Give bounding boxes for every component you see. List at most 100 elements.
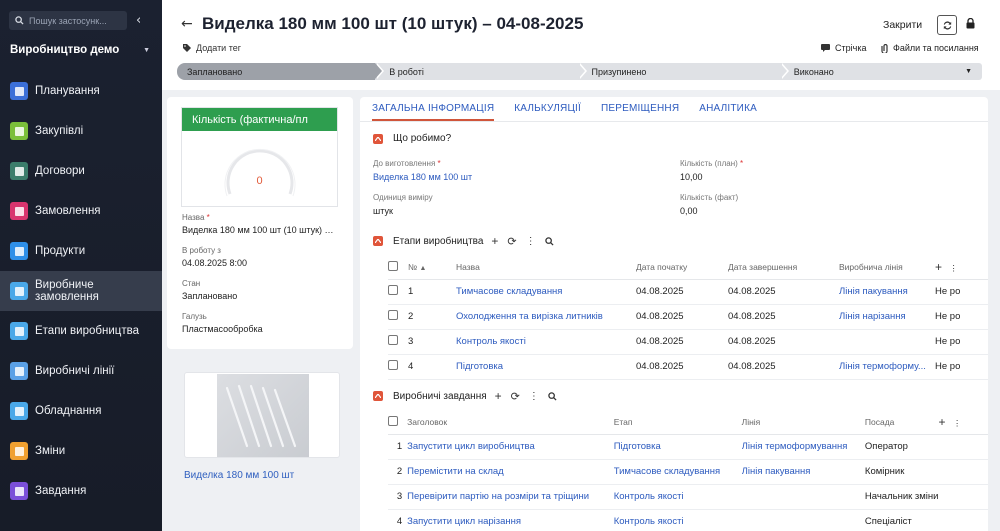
table-row[interactable]: 1 Запустити цикл виробництва Підготовка Лін… [388,434,988,460]
column-header[interactable]: Етап [613,410,742,435]
product-image[interactable] [184,372,340,458]
table-cell[interactable]: Підготовка [456,361,503,372]
sidebar-item[interactable]: Зміни [0,431,162,471]
refresh-icon[interactable]: ⟳ [507,235,516,248]
table-cell[interactable]: Перевірити партію на розміри та тріщини [407,491,589,502]
close-button[interactable]: Закрити [883,19,922,31]
collapse-icon[interactable] [373,133,383,144]
table-row[interactable]: 2 Охолодження та вирізка литників 04.08.20… [388,304,988,330]
sidebar-item[interactable]: Обладнання [0,391,162,431]
table-row[interactable]: 3 Контроль якості 04.08.2025 04.08.2025 Не р… [388,329,988,355]
sidebar-item[interactable]: Завдання [0,471,162,511]
table-cell[interactable]: Перемістити на склад [407,466,504,477]
sidebar-item[interactable]: Замовлення [0,191,162,231]
more-icon[interactable]: ⋮ [949,263,958,273]
section-tasks[interactable]: Виробничі завдання + ⟳ ⋮ [373,389,557,403]
table-cell[interactable]: Лінія пакування [742,466,811,477]
field-value[interactable]: 0,00 [680,206,738,216]
column-header[interactable]: № [408,262,417,272]
tab-analytics[interactable]: АНАЛІТИКА [699,103,757,121]
image-caption[interactable]: Виделка 180 мм 100 шт [184,470,294,481]
sidebar-item[interactable]: Виробниче замовлення [0,271,162,311]
sidebar-item-label: Договори [35,165,85,177]
table-cell[interactable]: Лінія нарізання [839,311,906,322]
table-row[interactable]: 4 Запустити цикл нарізання Контроль якості… [388,509,988,531]
org-selector[interactable]: Виробництво демо ▼ [10,44,150,56]
more-icon[interactable]: ⋮ [526,236,536,247]
search-input[interactable]: Пошук застосунк... [9,11,127,30]
stage-paused[interactable]: Призупинено [577,63,789,80]
column-header[interactable]: Дата початку [636,255,728,280]
search-icon[interactable] [548,391,557,401]
stage-planned[interactable]: Заплановано [177,63,385,80]
search-icon[interactable] [544,236,554,246]
select-all-checkbox[interactable] [388,260,398,271]
refresh-icon[interactable]: ⟳ [511,390,520,403]
row-checkbox[interactable] [388,310,398,320]
table-cell[interactable]: Лінія термоформу... [839,361,926,372]
sidebar-item[interactable]: Етапи виробництва [0,311,162,351]
table-cell[interactable]: Лінія термоформування [742,441,848,452]
add-icon[interactable]: + [495,389,502,403]
sidebar-item[interactable]: Планування [0,71,162,111]
sidebar-item[interactable]: Продукти [0,231,162,271]
add-column-icon[interactable]: + [935,260,942,274]
table-row[interactable]: 3 Перевірити партію на розміри та тріщини… [388,484,988,510]
field-value[interactable]: 10,00 [680,172,743,182]
table-cell[interactable]: Лінія пакування [839,286,908,297]
field-value[interactable]: Виделка 180 мм 100 шт (10 штук) – 04-08-… [182,225,337,235]
add-column-icon[interactable]: + [938,415,945,429]
column-header[interactable]: Заголовок [407,410,614,435]
select-all-checkbox[interactable] [388,415,398,426]
field-value-link[interactable]: Виделка 180 мм 100 шт [373,172,472,182]
field-value[interactable]: Заплановано [182,291,337,301]
collapse-icon[interactable] [373,236,383,246]
sort-asc-icon[interactable]: ▲ [420,265,427,272]
field-value[interactable]: Пластмасообробка [182,324,337,334]
more-icon[interactable]: ⋮ [953,418,962,428]
table-cell[interactable]: Контроль якості [614,491,684,502]
table-cell[interactable]: Охолодження та вирізка литників [456,311,603,322]
field-value[interactable]: 04.08.2025 8:00 [182,258,337,268]
table-cell[interactable]: Тимчасове складування [456,286,562,297]
section-stages[interactable]: Етапи виробництва + ⟳ ⋮ [373,234,554,248]
row-checkbox[interactable] [388,285,398,295]
table-cell[interactable]: Підготовка [614,441,661,452]
column-header[interactable]: Лінія [741,410,865,435]
table-row[interactable]: 1 Тимчасове складування 04.08.2025 04.08.20… [388,279,988,305]
section-what[interactable]: Що робимо? [373,133,451,144]
sidebar-item[interactable]: Договори [0,151,162,191]
table-cell[interactable]: Запустити цикл нарізання [407,516,521,527]
more-icon[interactable]: ⋮ [529,391,539,402]
collapse-sidebar-icon[interactable]: ‹ [136,13,141,28]
stage-in-progress[interactable]: В роботі [375,63,587,80]
tab-movements[interactable]: ПЕРЕМІЩЕННЯ [601,103,679,121]
back-arrow-icon[interactable]: ← [181,16,193,32]
tab-calculations[interactable]: КАЛЬКУЛЯЦІЇ [514,103,581,121]
lock-icon[interactable] [966,17,975,32]
table-row[interactable]: 4 Підготовка 04.08.2025 04.08.2025 Лінія тер… [388,354,988,380]
column-header[interactable]: Назва [456,255,636,280]
files-links-button[interactable]: Файли та посилання [881,43,979,53]
column-header[interactable]: Посада [864,410,939,435]
sidebar-item[interactable]: Закупівлі [0,111,162,151]
stage-done[interactable]: Виконано ▼ [779,63,982,80]
add-tag-button[interactable]: Додати тег [183,43,241,53]
refresh-button[interactable] [937,15,957,35]
chevron-down-icon[interactable]: ▼ [965,68,972,75]
table-cell[interactable]: Контроль якості [456,336,526,347]
tab-general[interactable]: ЗАГАЛЬНА ІНФОРМАЦІЯ [372,103,495,121]
row-checkbox[interactable] [388,335,398,345]
column-header[interactable]: Виробнича лінія [839,255,935,280]
table-cell[interactable]: Запустити цикл виробництва [407,441,535,452]
table-cell[interactable]: Контроль якості [614,516,684,527]
table-row[interactable]: 2 Перемістити на склад Тимчасове складуван… [388,459,988,485]
row-checkbox[interactable] [388,360,398,370]
sidebar-item[interactable]: Виробничі лінії [0,351,162,391]
column-header[interactable]: Дата завершення [728,255,839,280]
table-cell[interactable]: Тимчасове складування [614,466,720,477]
feed-button[interactable]: Стрічка [821,43,866,53]
add-icon[interactable]: + [491,234,498,248]
collapse-icon[interactable] [373,391,383,401]
field-value[interactable]: штук [373,206,433,216]
